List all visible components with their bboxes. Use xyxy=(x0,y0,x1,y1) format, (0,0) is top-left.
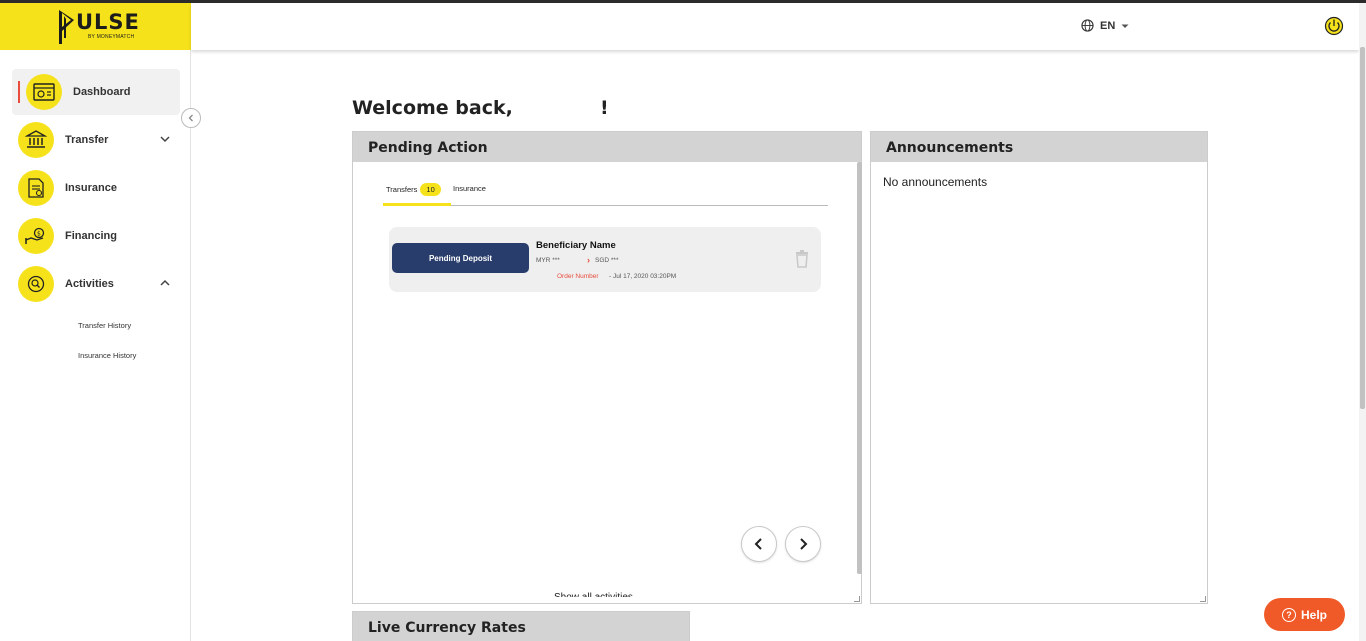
panel-title: Live Currency Rates xyxy=(353,612,689,641)
sidebar-item-label: Transfer xyxy=(65,134,109,146)
panel-title: Announcements xyxy=(871,132,1207,162)
no-announcements-text: No announcements xyxy=(883,175,988,189)
chevron-right-icon xyxy=(800,538,808,550)
chevron-down-icon[interactable] xyxy=(160,134,170,144)
resize-handle[interactable] xyxy=(854,596,860,602)
financing-hand-icon: $ xyxy=(18,218,54,254)
previous-page-button[interactable] xyxy=(741,526,777,562)
brand-logo[interactable]: ULSE BY MONEYMATCH xyxy=(0,3,191,50)
svg-text:$: $ xyxy=(37,231,41,238)
pulse-logo-icon xyxy=(59,10,74,44)
pending-transfer-card[interactable]: Pending Deposit Beneficiary Name MYR ***… xyxy=(389,227,821,292)
insurance-document-icon xyxy=(18,170,54,206)
announcements-panel: Announcements No announcements xyxy=(870,131,1208,604)
dashboard-icon xyxy=(26,74,62,110)
welcome-heading: Welcome back, xyxy=(352,97,513,119)
tab-label: Insurance xyxy=(453,184,486,193)
chevron-up-icon[interactable] xyxy=(160,278,170,288)
active-indicator xyxy=(18,81,20,103)
page-scrollbar[interactable] xyxy=(1359,3,1366,641)
bank-icon xyxy=(18,122,54,158)
pending-deposit-button[interactable]: Pending Deposit xyxy=(392,243,529,273)
panel-scrollbar[interactable] xyxy=(857,162,862,574)
language-selector[interactable]: EN xyxy=(1081,19,1129,32)
brand-tagline: BY MONEYMATCH xyxy=(88,34,135,40)
sidebar-item-dashboard[interactable]: Dashboard xyxy=(12,69,180,115)
caret-down-icon xyxy=(1121,24,1129,28)
pending-tabs: Transfers 10 Insurance xyxy=(383,182,828,206)
tab-transfers[interactable]: Transfers 10 xyxy=(386,183,441,196)
page-scrollbar-thumb[interactable] xyxy=(1360,47,1365,409)
pending-action-panel: Pending Action Transfers 10 Insurance Pe… xyxy=(352,131,862,604)
welcome-exclamation: ! xyxy=(600,97,609,119)
sidebar-item-insurance[interactable]: Insurance xyxy=(12,165,180,211)
sidebar: Dashboard Transfer Insurance $ Financing… xyxy=(0,50,191,641)
sidebar-item-label: Financing xyxy=(65,230,117,242)
help-label: Help xyxy=(1300,607,1327,622)
trash-icon[interactable] xyxy=(795,250,809,268)
activities-search-icon xyxy=(18,266,54,302)
help-button[interactable]: ? Help xyxy=(1264,598,1345,631)
sidebar-item-label: Activities xyxy=(65,278,114,290)
power-logout-icon[interactable] xyxy=(1324,16,1344,36)
to-currency: SGD *** xyxy=(595,257,619,264)
chevron-left-icon xyxy=(754,538,762,550)
language-label: EN xyxy=(1100,19,1116,32)
question-icon: ? xyxy=(1281,607,1296,622)
chevron-left-icon xyxy=(188,114,193,122)
tab-label: Transfers xyxy=(386,185,418,194)
top-bar: EN xyxy=(191,3,1359,50)
chevron-right-icon: › xyxy=(587,255,590,265)
panel-title: Pending Action xyxy=(353,132,861,162)
sidebar-item-label: Dashboard xyxy=(73,86,131,98)
brand-name: ULSE xyxy=(76,10,140,34)
order-number-label: Order Number xyxy=(557,273,599,280)
globe-icon xyxy=(1081,19,1094,32)
sidebar-collapse-button[interactable] xyxy=(181,108,201,128)
show-all-activities-link[interactable]: Show all activities xyxy=(554,591,633,597)
from-currency: MYR *** xyxy=(536,257,560,264)
tab-insurance[interactable]: Insurance xyxy=(453,184,486,193)
sidebar-item-label: Insurance xyxy=(65,182,117,194)
count-badge: 10 xyxy=(420,183,441,196)
resize-handle[interactable] xyxy=(1200,596,1206,602)
active-tab-indicator xyxy=(383,203,451,206)
live-currency-rates-panel: Live Currency Rates xyxy=(352,611,690,641)
sidebar-item-financing[interactable]: $ Financing xyxy=(12,213,180,259)
sidebar-subitem-insurance-history[interactable]: Insurance History xyxy=(78,351,136,360)
next-page-button[interactable] xyxy=(785,526,821,562)
sidebar-item-activities[interactable]: Activities xyxy=(12,261,180,307)
order-date: - Jul 17, 2020 03:20PM xyxy=(609,273,677,280)
beneficiary-name: Beneficiary Name xyxy=(536,240,616,251)
sidebar-subitem-transfer-history[interactable]: Transfer History xyxy=(78,321,131,330)
sidebar-item-transfer[interactable]: Transfer xyxy=(12,117,180,163)
